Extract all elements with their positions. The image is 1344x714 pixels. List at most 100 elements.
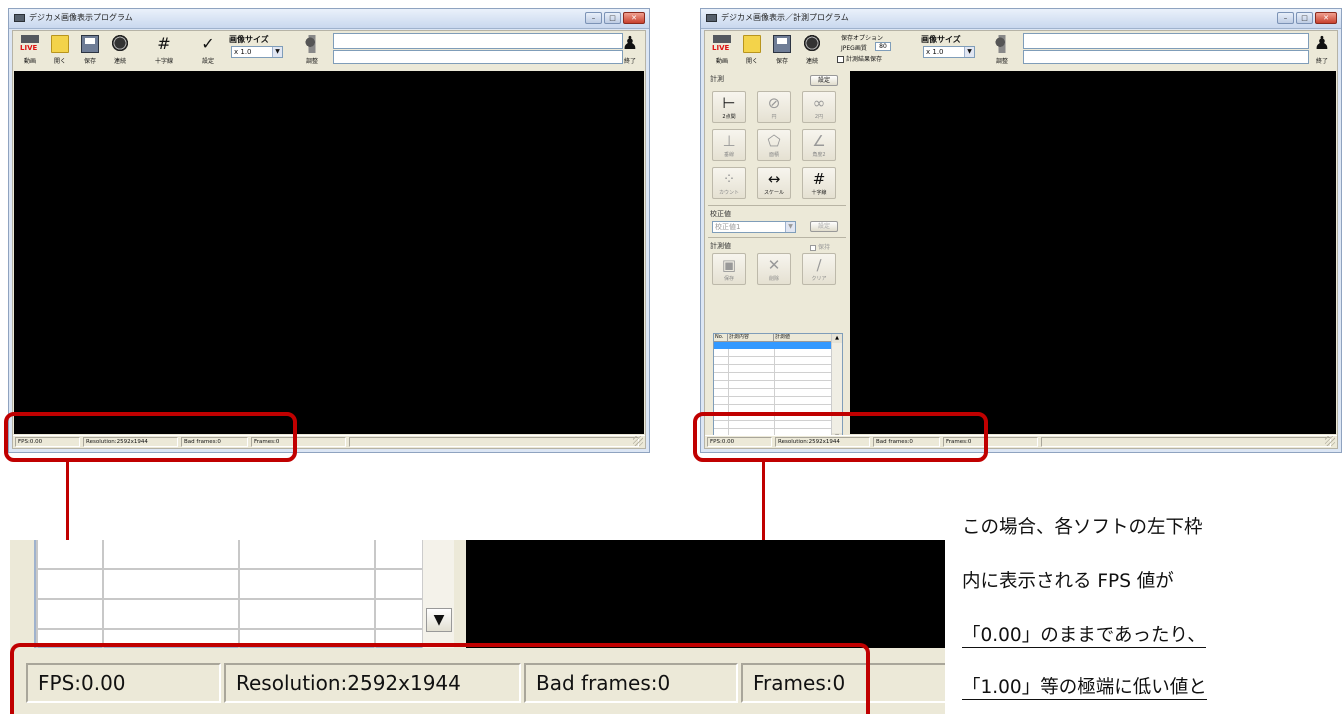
scroll-up-icon[interactable]: ▲ <box>832 334 842 343</box>
tool-crosshair[interactable]: # 十字線 <box>802 167 836 199</box>
save-button[interactable]: 保存 <box>769 34 795 68</box>
calibration-section-title: 校正値 <box>710 210 731 218</box>
note-line-4: 「1.00」等の極端に低い値と <box>962 673 1207 700</box>
chevron-down-icon: ▼ <box>272 47 282 57</box>
settings-button[interactable]: ✓ 設定 <box>195 34 221 68</box>
window-title: デジカメ画像表示／計測プログラム <box>721 13 849 22</box>
adjust-button[interactable]: 調整 <box>299 34 325 68</box>
toolbar: 動画 開く 保存 連続 # 十字線 ✓ 設定 画像サイズ <box>13 31 645 71</box>
save-result-checkbox[interactable] <box>837 56 844 63</box>
table-row-selected[interactable] <box>714 342 832 349</box>
close-button[interactable]: ✕ <box>623 12 645 24</box>
maximize-button[interactable]: □ <box>604 12 621 24</box>
keep-option[interactable]: 保持 <box>810 242 830 251</box>
adjust-button[interactable]: 調整 <box>989 34 1015 68</box>
highlight-box-right <box>693 412 988 462</box>
floppy-disk-icon <box>773 35 791 53</box>
calibration-settings-button[interactable]: 設定 <box>810 221 838 232</box>
left-program-window: デジカメ画像表示プログラム – □ ✕ 動画 開く 保存 連続 <box>8 8 650 453</box>
folder-icon <box>51 35 69 53</box>
right-program-window: デジカメ画像表示／計測プログラム – □ ✕ 動画 開く 保存 連続 <box>700 8 1342 453</box>
status-spare <box>1041 437 1331 447</box>
open-button[interactable]: 開く <box>47 34 73 68</box>
continuous-button[interactable]: 連続 <box>799 34 825 68</box>
clear-values-button[interactable]: ∕ クリア <box>802 253 836 285</box>
tool-two-circle[interactable]: ∞ 2円 <box>802 91 836 123</box>
image-view[interactable] <box>850 71 1336 434</box>
tool-count[interactable]: ⁘ カウント <box>712 167 746 199</box>
title-bar: デジカメ画像表示／計測プログラム – □ ✕ <box>701 9 1341 29</box>
zoomed-scrollbar[interactable]: ▼ <box>422 540 454 648</box>
image-size-label: 画像サイズ <box>229 35 269 44</box>
chevron-down-icon: ▼ <box>964 47 974 57</box>
panel-edge <box>10 540 36 648</box>
info-field-1[interactable] <box>333 33 623 49</box>
note-line-2: 内に表示される FPS 値が <box>962 571 1174 592</box>
toolbar: 動画 開く 保存 連続 保存オプション JPEG画質 80 計測結果保存 画像サ… <box>705 31 1337 71</box>
jpeg-quality-input[interactable]: 80 <box>875 42 891 51</box>
tool-perpendicular[interactable]: ⊥ 垂線 <box>712 129 746 161</box>
tool-angle[interactable]: ∠ 角度2 <box>802 129 836 161</box>
zoomed-table <box>10 540 450 648</box>
minimize-button[interactable]: – <box>585 12 602 24</box>
table-header: No. 計測内容 計測値 <box>714 334 832 342</box>
live-video-button[interactable]: 動画 <box>709 34 735 68</box>
count-dots-icon: ⁘ <box>722 170 736 188</box>
values-section-title: 計測値 <box>710 242 731 250</box>
live-video-button[interactable]: 動画 <box>17 34 43 68</box>
continuous-button[interactable]: 連続 <box>107 34 133 68</box>
exit-button[interactable]: ♟ 終了 <box>1309 34 1335 68</box>
scroll-down-icon[interactable]: ▼ <box>426 608 452 632</box>
highlight-box-left <box>4 412 297 462</box>
exit-button[interactable]: ♟ 終了 <box>617 34 643 68</box>
exit-person-icon: ♟ <box>621 33 639 54</box>
save-result-option[interactable]: 計測結果保存 <box>837 54 882 63</box>
calibration-select[interactable]: 校正値1 ▼ <box>712 221 796 233</box>
info-field-2[interactable] <box>1023 50 1309 64</box>
zoom-select[interactable]: x 1.0 ▼ <box>923 46 975 58</box>
measure-section-title: 計測 <box>710 75 724 83</box>
circle-icon: ⊘ <box>767 94 781 112</box>
resize-grip[interactable] <box>633 436 643 446</box>
note-fps-underlined: FPS 値が <box>1097 571 1174 592</box>
tool-two-point[interactable]: ⊢ 2点間 <box>712 91 746 123</box>
jpeg-quality-label: JPEG画質 <box>841 45 867 52</box>
minimize-button[interactable]: – <box>1277 12 1294 24</box>
save-options-title: 保存オプション <box>841 35 884 42</box>
zoom-select[interactable]: x 1.0 ▼ <box>231 46 283 58</box>
two-circle-icon: ∞ <box>812 94 826 112</box>
scale-icon: ↔ <box>767 170 781 188</box>
close-button[interactable]: ✕ <box>1315 12 1337 24</box>
live-camera-icon <box>712 35 731 53</box>
angle-icon: ∠ <box>812 132 826 150</box>
divider <box>708 205 846 206</box>
crosshair-button[interactable]: # 十字線 <box>151 34 177 68</box>
two-point-distance-icon: ⊢ <box>722 94 736 112</box>
delete-x-icon: ✕ <box>767 256 781 274</box>
continuous-capture-icon <box>803 35 821 53</box>
divider <box>708 237 846 238</box>
open-button[interactable]: 開く <box>739 34 765 68</box>
tool-scale[interactable]: ↔ スケール <box>757 167 791 199</box>
image-view[interactable] <box>14 71 644 434</box>
client-area: 動画 開く 保存 連続 # 十字線 ✓ 設定 画像サイズ <box>12 30 646 449</box>
tool-circle[interactable]: ⊘ 円 <box>757 91 791 123</box>
resize-grip[interactable] <box>1325 436 1335 446</box>
keep-checkbox[interactable] <box>810 244 816 251</box>
app-icon <box>706 14 717 22</box>
info-field-1[interactable] <box>1023 33 1309 49</box>
perpendicular-icon: ⊥ <box>722 132 736 150</box>
zoomed-image-view <box>466 540 945 648</box>
client-area: 動画 開く 保存 連続 保存オプション JPEG画質 80 計測結果保存 画像サ… <box>704 30 1338 449</box>
status-spare <box>349 437 639 447</box>
info-field-2[interactable] <box>333 50 623 64</box>
folder-icon <box>743 35 761 53</box>
exit-person-icon: ♟ <box>1313 33 1331 54</box>
tool-area[interactable]: ⬠ 面積 <box>757 129 791 161</box>
save-values-button[interactable]: ▣ 保存 <box>712 253 746 285</box>
camera-adjust-icon <box>303 35 321 53</box>
save-button[interactable]: 保存 <box>77 34 103 68</box>
measure-settings-button[interactable]: 設定 <box>810 75 838 86</box>
maximize-button[interactable]: □ <box>1296 12 1313 24</box>
delete-values-button[interactable]: ✕ 削除 <box>757 253 791 285</box>
